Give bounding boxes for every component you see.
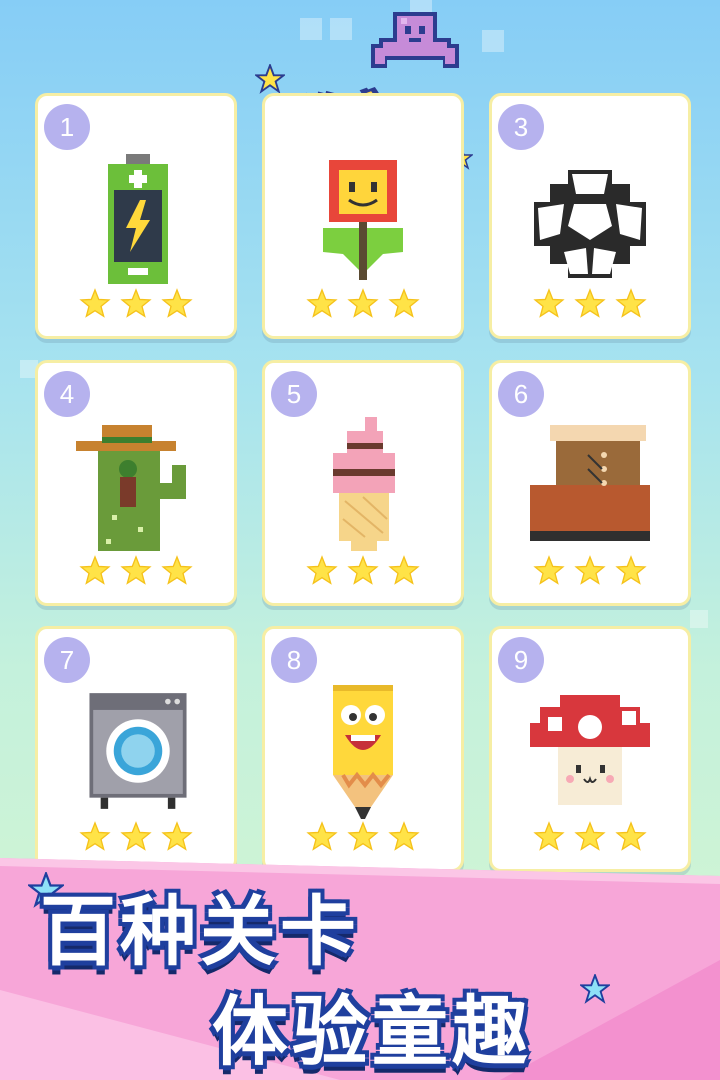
level-card-4[interactable]: 4 (35, 360, 237, 606)
level-number-badge: 3 (498, 104, 544, 150)
level-number-badge: 6 (498, 371, 544, 417)
slogan-line-1: 百种关卡 (40, 887, 360, 976)
level-card-7[interactable]: 7 (35, 626, 237, 872)
level-number-badge: 9 (498, 637, 544, 683)
star-rating (265, 555, 461, 591)
pencil-icon (333, 685, 393, 819)
star-rating (38, 288, 234, 324)
background-square (690, 610, 708, 628)
star-icon (388, 555, 420, 585)
level-card-6[interactable]: 6 (489, 360, 691, 606)
background-square (482, 30, 504, 52)
level-card-3[interactable]: 3 (489, 93, 691, 339)
level-card-9[interactable]: 9 (489, 626, 691, 872)
star-icon (120, 555, 152, 585)
star-rating (265, 288, 461, 324)
star-icon (79, 555, 111, 585)
star-icon (120, 288, 152, 318)
star-icon (574, 288, 606, 318)
soccer-ball-icon (534, 170, 646, 278)
banner-star-icon (580, 974, 610, 1004)
level-number-badge: 7 (44, 637, 90, 683)
star-rating (38, 555, 234, 591)
flower-icon (323, 160, 403, 280)
slogan-line-2: 体验童趣 (212, 987, 532, 1076)
star-icon (388, 288, 420, 318)
cactus-icon (76, 425, 186, 551)
star-icon (615, 288, 647, 318)
star-icon (79, 288, 111, 318)
boot-icon (530, 425, 650, 541)
star-icon (615, 555, 647, 585)
battery-icon (108, 154, 168, 284)
level-number-badge: 4 (44, 371, 90, 417)
level-card-5[interactable]: 5 (262, 360, 464, 606)
level-card-2[interactable]: 2 (262, 93, 464, 339)
level-number-badge: 8 (271, 637, 317, 683)
level-card-8[interactable]: 8 (262, 626, 464, 872)
level-number-badge: 1 (44, 104, 90, 150)
level-card-1[interactable]: 1 (35, 93, 237, 339)
star-rating (492, 555, 688, 591)
mushroom-icon (530, 695, 650, 805)
ice-cream-icon (333, 417, 395, 551)
star-icon (574, 555, 606, 585)
star-icon (306, 288, 338, 318)
star-icon (533, 555, 565, 585)
star-rating (492, 288, 688, 324)
star-icon (306, 555, 338, 585)
star-icon (347, 288, 379, 318)
star-icon (533, 288, 565, 318)
level-number-badge: 5 (271, 371, 317, 417)
promo-banner: 百种关卡 体验童趣 (0, 840, 720, 1080)
star-icon (161, 555, 193, 585)
star-icon (347, 555, 379, 585)
washing-machine-icon (89, 693, 187, 809)
star-icon (161, 288, 193, 318)
